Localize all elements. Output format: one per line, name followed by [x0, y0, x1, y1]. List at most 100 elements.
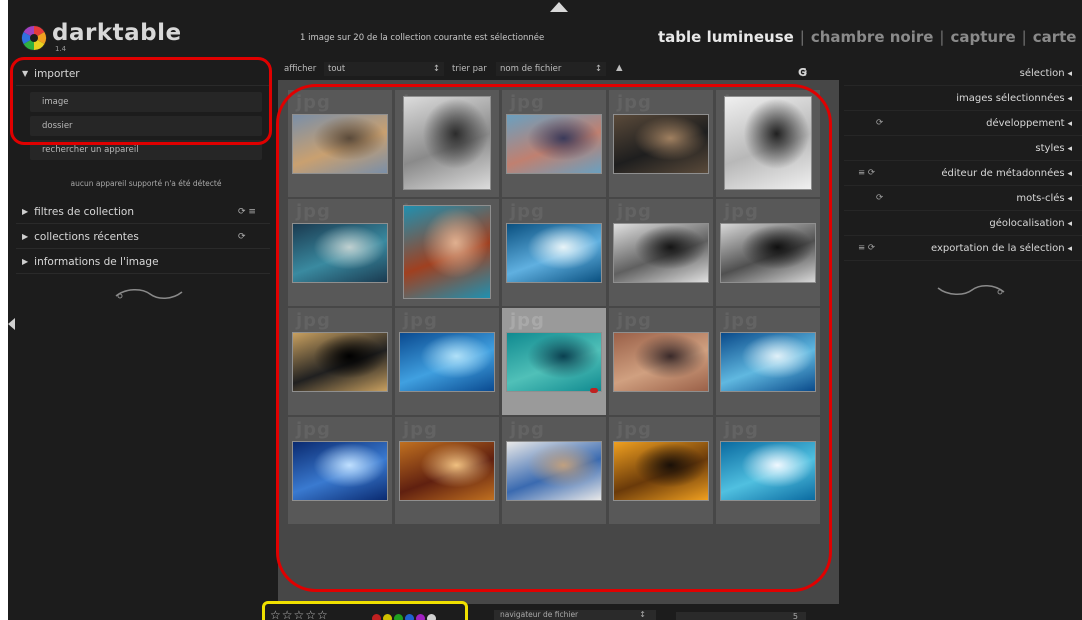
- presets-reset-icon[interactable]: ≡ ⟳: [858, 243, 875, 253]
- view-map[interactable]: carte: [1033, 28, 1077, 46]
- color-label-dot-4[interactable]: [416, 614, 425, 620]
- thumbnail-longboard-downhill[interactable]: [613, 332, 709, 392]
- reset-icon[interactable]: ⟳: [238, 232, 246, 242]
- thumbnail-cell[interactable]: jpg: [609, 417, 713, 524]
- color-label-dot-5[interactable]: [427, 614, 436, 620]
- import-image-button[interactable]: image: [30, 92, 262, 112]
- module-metadata-editor[interactable]: ≡ ⟳ éditeur de métadonnées: [844, 162, 1082, 186]
- import-folder-button[interactable]: dossier: [30, 116, 262, 136]
- thumbnail-cell[interactable]: jpg: [395, 90, 499, 197]
- left-panel-toggle-icon[interactable]: [8, 318, 15, 330]
- reset-presets-icon[interactable]: ⟳ ≡: [238, 207, 256, 217]
- profile-select[interactable]: navigateur de fichier: [494, 610, 656, 620]
- thumbnail-cell[interactable]: jpg: [716, 90, 820, 197]
- view-switcher: table lumineuse | chambre noire | capture | ca…: [658, 28, 1076, 46]
- lighttable-toolbar: afficher tout ↕ trier par nom de fichier ↕…: [280, 60, 836, 80]
- top-panel-toggle-icon[interactable]: [550, 2, 568, 12]
- thumbnail-skateboard-wheels-bw[interactable]: [613, 223, 709, 283]
- left-panel: ▼ importer image dossier rechercher un a…: [8, 60, 270, 620]
- thumbnail-cell[interactable]: jpg: [395, 308, 499, 415]
- collapsed-triangle-icon: ▶: [22, 257, 29, 266]
- thumbnail-skater-pool-bw[interactable]: [724, 96, 812, 190]
- module-export-selected[interactable]: ≡ ⟳ exportation de la sélection: [844, 237, 1082, 261]
- thumbnail-cell[interactable]: jpg: [288, 90, 392, 197]
- thumbnail-surfer-big-wave[interactable]: [720, 441, 816, 501]
- thumbnail-cell[interactable]: jpg: [502, 90, 606, 197]
- reset-icon[interactable]: ⟳: [876, 193, 883, 203]
- file-extension-watermark: jpg: [617, 201, 652, 222]
- thumbnail-surfer-underwater-blue[interactable]: [399, 332, 495, 392]
- module-tagging[interactable]: ⟳ mots-clés: [844, 187, 1082, 211]
- module-collection-filters[interactable]: ▶ filtres de collection ⟳ ≡: [16, 200, 270, 224]
- scan-devices-button[interactable]: rechercher un appareil: [30, 140, 262, 160]
- view-lighttable[interactable]: table lumineuse: [658, 28, 794, 46]
- view-separator: |: [939, 28, 945, 46]
- thumbnail-surfer-silhouette-blue[interactable]: [292, 441, 388, 501]
- thumbnail-cell[interactable]: jpg: [716, 199, 820, 306]
- thumbnail-surfer-swimming-turquoise[interactable]: [506, 332, 602, 392]
- thumbnail-cell[interactable]: jpg: [395, 199, 499, 306]
- thumbnail-longboard-closeup[interactable]: [720, 223, 816, 283]
- thumbnail-surfer-girl-beach[interactable]: [506, 441, 602, 501]
- thumbnail-surfer-underwater-red[interactable]: [403, 205, 491, 299]
- thumbnail-skater-silhouette-tunnel[interactable]: [292, 332, 388, 392]
- thumbnail-cell[interactable]: jpg: [502, 199, 606, 306]
- thumbnail-wave-barrel-dark[interactable]: [292, 223, 388, 283]
- selection-status: 1 image sur 20 de la collection courante…: [300, 33, 545, 43]
- file-extension-watermark: jpg: [617, 310, 652, 331]
- module-label: mots-clés: [1016, 193, 1072, 204]
- module-recent-collections[interactable]: ▶ collections récentes ⟳: [16, 225, 270, 249]
- file-extension-watermark: jpg: [296, 419, 331, 440]
- module-label: collections récentes: [34, 230, 139, 243]
- color-label-dot-3[interactable]: [405, 614, 414, 620]
- thumbnail-big-blue-wave[interactable]: [506, 223, 602, 283]
- color-label-dot-1[interactable]: [383, 614, 392, 620]
- sort-label: trier par: [452, 64, 487, 74]
- thumbnail-sunset-wave-tube[interactable]: [399, 441, 495, 501]
- app-version: 1.4: [55, 45, 67, 53]
- zoom-entry[interactable]: 5: [676, 612, 806, 620]
- thumbnail-cell[interactable]: jpg: [716, 417, 820, 524]
- color-label-dot-2[interactable]: [394, 614, 403, 620]
- file-extension-watermark: jpg: [617, 92, 652, 113]
- reject-icon[interactable]: [590, 388, 598, 393]
- star-rating-filter[interactable]: ☆☆☆☆☆: [270, 608, 329, 620]
- darktable-logo-icon: [21, 25, 47, 51]
- thumbnail-wave-crashing[interactable]: [720, 332, 816, 392]
- thumbnail-cell[interactable]: jpg: [609, 90, 713, 197]
- thumbnail-cell[interactable]: jpg: [609, 308, 713, 415]
- module-selected-images[interactable]: images sélectionnées: [844, 87, 1082, 111]
- thumbnail-skate-pool-dark[interactable]: [613, 114, 709, 174]
- module-label: styles: [1035, 143, 1072, 154]
- thumbnail-girl-sitting-skateboard[interactable]: [506, 114, 602, 174]
- view-darkroom[interactable]: chambre noire: [811, 28, 934, 46]
- module-geotagging[interactable]: géolocalisation: [844, 212, 1082, 236]
- module-styles[interactable]: styles: [844, 137, 1082, 161]
- file-extension-watermark: jpg: [403, 419, 438, 440]
- reset-icon[interactable]: ⟳: [876, 118, 883, 128]
- thumbnail-skateboarder-downhill-road[interactable]: [292, 114, 388, 174]
- sort-order-icon[interactable]: ▲: [616, 63, 623, 73]
- sort-select[interactable]: nom de fichier ↕: [496, 62, 606, 76]
- color-label-filter: [372, 614, 436, 620]
- thumbnail-cell[interactable]: jpg: [288, 308, 392, 415]
- color-label-dot-0[interactable]: [372, 614, 381, 620]
- gear-icon[interactable]: ⚙: [798, 66, 808, 79]
- thumbnail-cell[interactable]: jpg: [288, 199, 392, 306]
- view-tethering[interactable]: capture: [950, 28, 1015, 46]
- sort-value: nom de fichier: [500, 64, 562, 74]
- thumbnail-cell[interactable]: jpg: [502, 417, 606, 524]
- thumbnail-surfer-sunset-board[interactable]: [613, 441, 709, 501]
- thumbnail-skate-bowl-bw[interactable]: [403, 96, 491, 190]
- show-filter-select[interactable]: tout ↕: [324, 62, 444, 76]
- module-history-stack[interactable]: ⟳ développement: [844, 112, 1082, 136]
- thumbnail-cell[interactable]: jpg: [716, 308, 820, 415]
- module-select[interactable]: sélection: [844, 62, 1082, 86]
- presets-reset-icon[interactable]: ≡ ⟳: [858, 168, 875, 178]
- module-image-information[interactable]: ▶ informations de l'image: [16, 250, 270, 274]
- thumbnail-cell[interactable]: jpg: [288, 417, 392, 524]
- thumbnail-cell[interactable]: jpg: [609, 199, 713, 306]
- thumbnail-cell[interactable]: jpg: [502, 308, 606, 415]
- module-importer-header[interactable]: ▼ importer: [16, 62, 270, 86]
- thumbnail-cell[interactable]: jpg: [395, 417, 499, 524]
